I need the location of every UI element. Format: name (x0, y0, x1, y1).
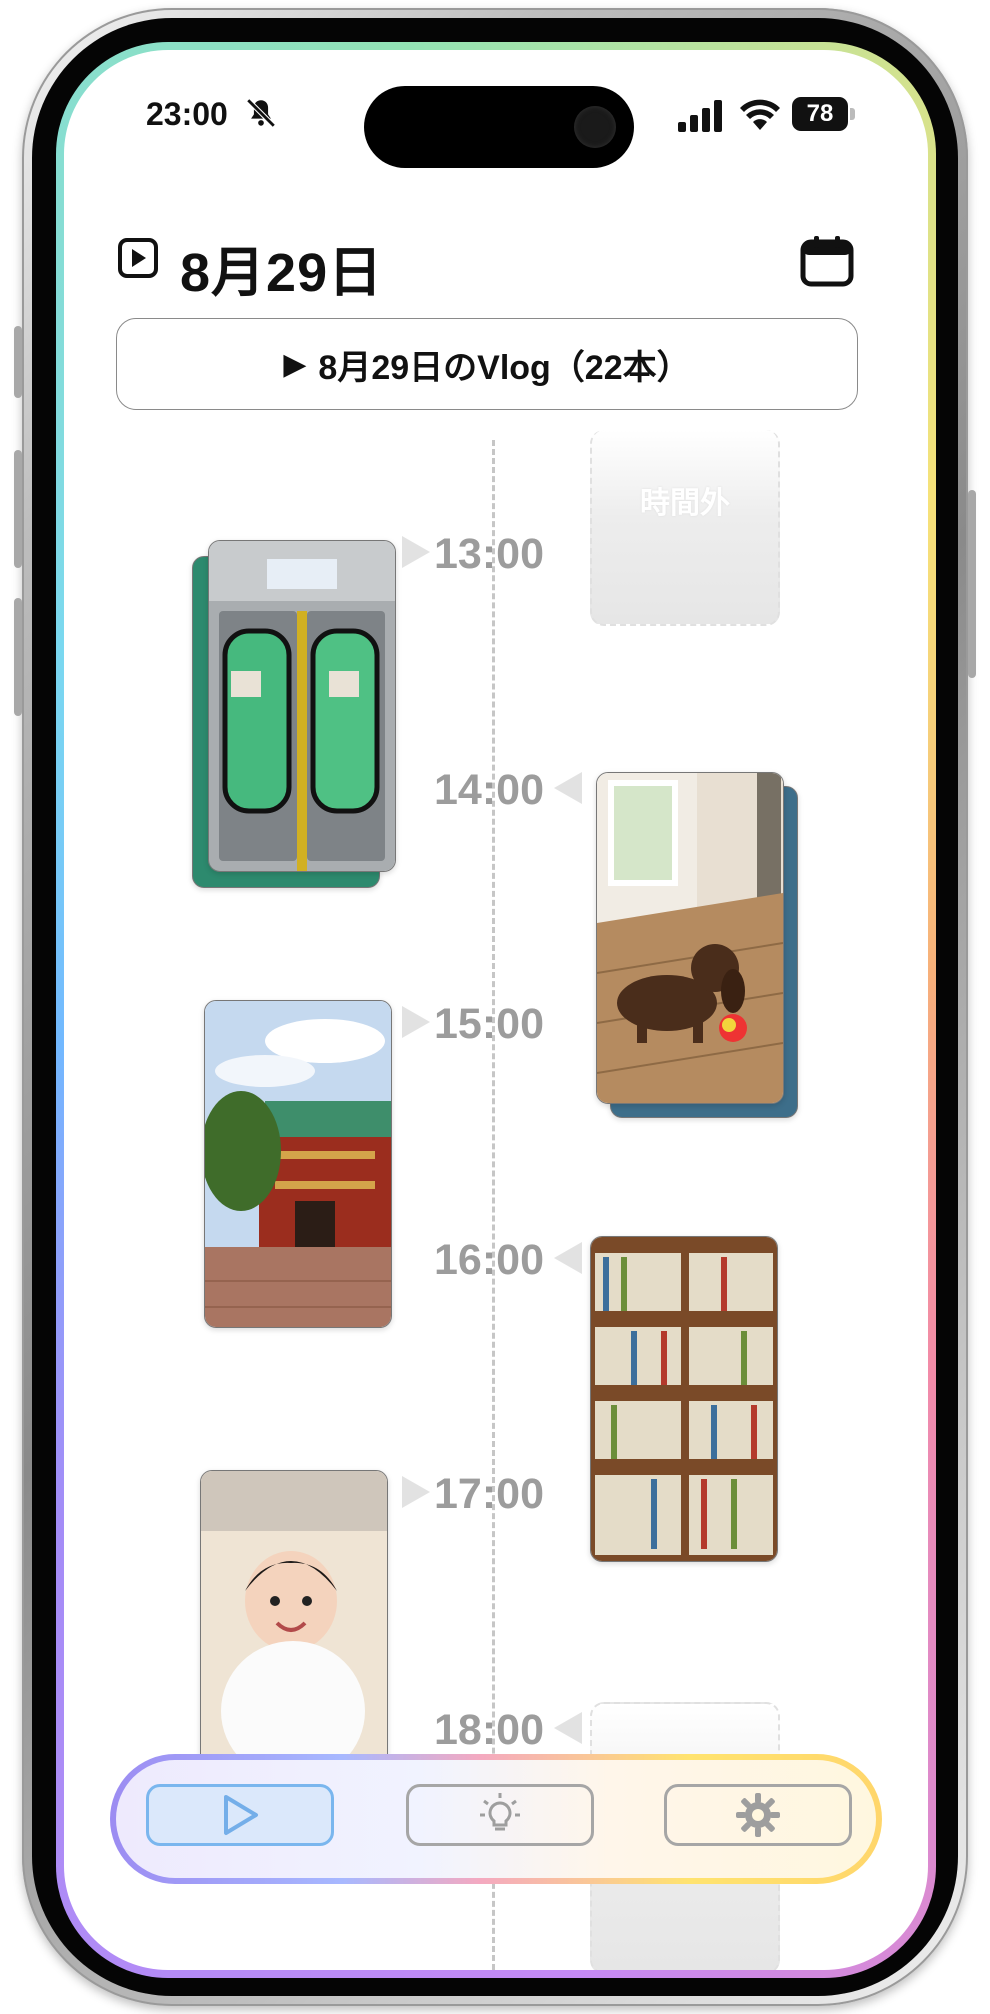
pointer-left (554, 1242, 582, 1274)
baby-photo (201, 1471, 387, 1771)
signal-icon (678, 100, 722, 132)
play-icon (224, 1795, 258, 1835)
tab-settings[interactable] (664, 1784, 852, 1846)
train-door-photo (209, 541, 395, 871)
calendar-icon[interactable] (800, 234, 854, 288)
page-title: 8月29日 (180, 243, 384, 303)
battery-icon: 78 (792, 97, 856, 131)
pointer-left (554, 772, 582, 804)
power-button (968, 490, 976, 678)
hour-label: 17:00 (434, 1470, 544, 1518)
play-square-icon[interactable] (118, 238, 158, 278)
action-button (14, 326, 22, 398)
dachshund-puppy-photo (597, 773, 783, 1103)
video-thumbnail-dog[interactable] (596, 772, 784, 1104)
tab-bar (110, 1754, 882, 1884)
front-camera (574, 106, 616, 148)
vlog-play-button[interactable]: ▶ 8月29日のVlog（22本） (116, 318, 858, 410)
tab-ideas[interactable] (406, 1784, 594, 1846)
pointer-right (402, 1476, 430, 1508)
pointer-left (554, 1712, 582, 1744)
hour-label: 16:00 (434, 1236, 544, 1284)
battery-nub (850, 108, 855, 120)
lightbulb-icon (480, 1793, 520, 1831)
volume-up-button (14, 450, 22, 568)
pointer-right (402, 536, 430, 568)
bell-slash-icon (246, 98, 276, 128)
video-thumbnail-shrine[interactable] (204, 1000, 392, 1328)
bookshelf-photo (591, 1237, 777, 1561)
tab-bar-inner (116, 1760, 876, 1878)
video-thumbnail-train[interactable] (208, 540, 396, 872)
hour-label: 14:00 (434, 766, 544, 814)
hour-label: 13:00 (434, 530, 544, 578)
tab-play[interactable] (146, 1784, 334, 1846)
out-of-hours-placeholder: 時間外 (590, 430, 780, 626)
dynamic-island (364, 86, 634, 168)
wifi-icon (740, 99, 780, 130)
video-thumbnail-baby[interactable] (200, 1470, 388, 1772)
shrine-gate-photo (205, 1001, 391, 1327)
status-time: 23:00 (146, 96, 228, 132)
vlog-button-label: 8月29日のVlog（22本） (318, 348, 691, 387)
placeholder-label: 時間外 (640, 487, 730, 520)
pointer-right (402, 1006, 430, 1038)
hour-label: 15:00 (434, 1000, 544, 1048)
battery-level: 78 (792, 97, 848, 131)
app-screen: 23:00 78 8月29日 ▶ 8月29日のVlog（22本） 時間外 13:… (64, 50, 928, 1970)
play-arrow-icon: ▶ (283, 347, 307, 381)
hour-label: 18:00 (434, 1706, 544, 1754)
gear-icon (736, 1793, 780, 1837)
volume-down-button (14, 598, 22, 716)
video-thumbnail-bookshelf[interactable] (590, 1236, 778, 1562)
